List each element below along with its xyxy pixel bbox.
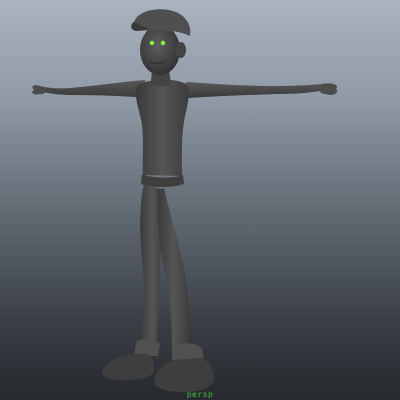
right-arm xyxy=(186,82,338,98)
eye-left xyxy=(149,40,155,46)
torso xyxy=(135,79,189,187)
eye-right xyxy=(160,40,166,46)
character-model[interactable] xyxy=(0,0,400,400)
3d-viewport[interactable]: persp xyxy=(0,0,400,400)
legs xyxy=(134,184,204,360)
shoe-left xyxy=(102,354,155,380)
viewport-camera-label: persp xyxy=(186,390,214,399)
head xyxy=(131,9,191,75)
left-arm xyxy=(32,80,148,98)
shoes xyxy=(102,354,214,392)
shoe-right xyxy=(154,358,214,392)
